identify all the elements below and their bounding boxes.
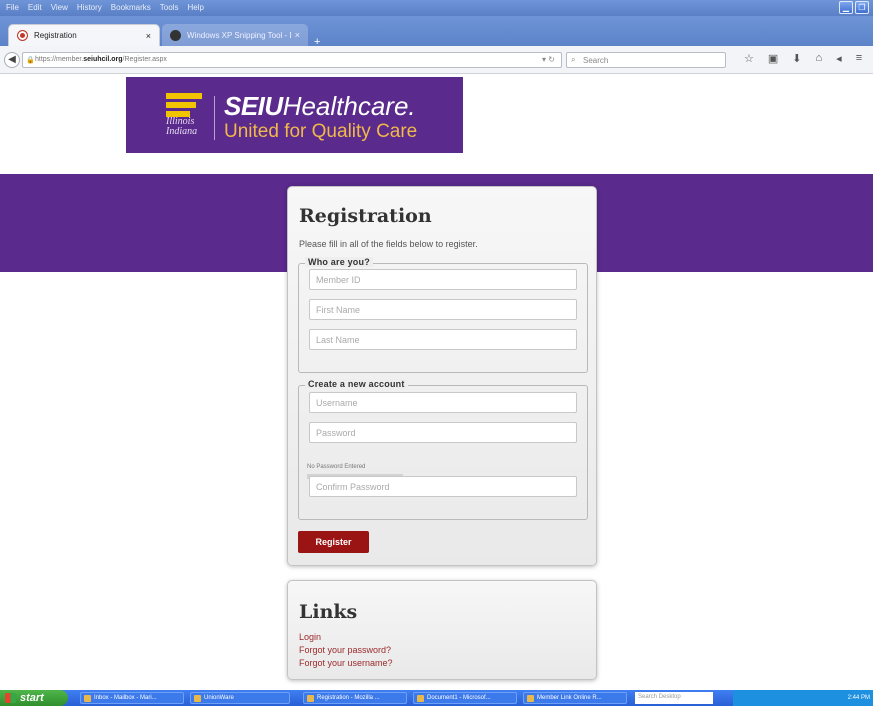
url-prefix: https://member. — [35, 56, 84, 63]
clock: 2:44 PM — [847, 695, 870, 701]
tab-strip: Registration × Windows XP Snipping Tool … — [0, 16, 873, 48]
address-bar[interactable]: 🔒 https://member.seiuhcil.org/Register.a… — [22, 52, 562, 68]
windows-taskbar: start Inbox - Mailbox - Mari... UnionWar… — [0, 690, 873, 706]
password-placeholder: Password — [316, 428, 356, 438]
logo-state-line2: Indiana — [166, 126, 198, 137]
taskbar-item[interactable]: Document1 - Microsof... — [413, 692, 517, 704]
create-account-legend: Create a new account — [305, 379, 408, 389]
member-id-placeholder: Member ID — [316, 275, 361, 285]
seiu-logo: Illinois Indiana SEIUHealthcare. United … — [126, 77, 463, 153]
menu-file[interactable]: File — [6, 3, 19, 12]
username-input[interactable]: Username — [309, 392, 577, 413]
confirm-password-input[interactable]: Confirm Password — [309, 476, 577, 497]
taskbar-item[interactable]: UnionWare — [190, 692, 290, 704]
member-id-input[interactable]: Member ID — [309, 269, 577, 290]
back-button[interactable]: ◀ — [4, 52, 20, 68]
menu-tools[interactable]: Tools — [160, 3, 179, 12]
close-tab-icon[interactable]: × — [146, 31, 151, 41]
links-panel: Links Login Forgot your password? Forgot… — [287, 580, 597, 680]
tab-snipping-tool[interactable]: Windows XP Snipping Tool - D... × — [162, 24, 308, 46]
logo-brand: SEIUHealthcare. — [224, 93, 416, 119]
download-icon[interactable]: ⬇ — [792, 52, 801, 65]
password-input[interactable]: Password — [309, 422, 577, 443]
register-button[interactable]: Register — [298, 531, 369, 553]
search-input[interactable]: ⌕ Search — [566, 52, 726, 68]
restore-button[interactable]: ❐ — [855, 1, 869, 14]
logo-brand-rest: Healthcare. — [282, 91, 416, 121]
login-link[interactable]: Login — [299, 631, 393, 644]
create-account-group: Create a new account Username Password N… — [298, 379, 588, 520]
username-placeholder: Username — [316, 398, 358, 408]
first-name-input[interactable]: First Name — [309, 299, 577, 320]
reload-icon[interactable]: ▾ ↻ — [542, 55, 555, 64]
menu-help[interactable]: Help — [187, 3, 203, 12]
who-are-you-legend: Who are you? — [305, 257, 373, 267]
registration-panel: Registration Please fill in all of the f… — [287, 186, 597, 566]
seiu-mark-icon — [166, 93, 204, 117]
search-icon: ⌕ — [571, 55, 576, 64]
forgot-username-link[interactable]: Forgot your username? — [299, 657, 393, 670]
bookmark-star-icon[interactable]: ☆ — [744, 52, 754, 65]
site-favicon-icon — [17, 30, 28, 41]
menu-bookmarks[interactable]: Bookmarks — [111, 3, 151, 12]
minimize-button[interactable]: ▁ — [839, 1, 853, 14]
menu-history[interactable]: History — [77, 3, 102, 12]
who-are-you-group: Who are you? Member ID First Name Last N… — [298, 257, 588, 373]
search-placeholder: Search — [583, 56, 609, 65]
snipping-favicon-icon — [170, 29, 181, 41]
menu-icon[interactable]: ≡ — [856, 52, 862, 65]
taskbar-item[interactable]: Registration - Mozilla ... — [303, 692, 407, 704]
start-button[interactable]: start — [0, 690, 68, 706]
url-domain: seiuhcil.org — [83, 56, 123, 63]
taskbar-item[interactable]: Inbox - Mailbox - Mari... — [80, 692, 184, 704]
forgot-password-link[interactable]: Forgot your password? — [299, 644, 393, 657]
pocket-icon[interactable]: ◂ — [836, 52, 842, 65]
logo-tagline: United for Quality Care — [224, 121, 418, 142]
confirm-password-placeholder: Confirm Password — [316, 482, 390, 492]
registration-title: Registration — [299, 205, 432, 227]
reading-list-icon[interactable]: ▣ — [768, 52, 778, 65]
menu-edit[interactable]: Edit — [28, 3, 42, 12]
tab-registration[interactable]: Registration × — [8, 24, 160, 46]
first-name-placeholder: First Name — [316, 305, 361, 315]
navigation-bar: ◀ 🔒 https://member.seiuhcil.org/Register… — [0, 46, 873, 74]
password-strength-text: No Password Entered — [307, 464, 366, 470]
lock-icon: 🔒 — [26, 57, 35, 64]
tab-title: Windows XP Snipping Tool - D... — [187, 30, 291, 40]
last-name-input[interactable]: Last Name — [309, 329, 577, 350]
desktop-search-input[interactable]: Search Desktop — [635, 692, 713, 704]
home-icon[interactable]: ⌂ — [816, 52, 823, 65]
url-path: /Register.aspx — [122, 56, 167, 63]
links-list: Login Forgot your password? Forgot your … — [299, 631, 393, 670]
links-title: Links — [299, 601, 358, 623]
taskbar-item[interactable]: Member Link Online R... — [523, 692, 627, 704]
registration-intro: Please fill in all of the fields below t… — [299, 239, 478, 249]
menu-bar: File Edit View History Bookmarks Tools H… — [0, 0, 873, 16]
menu-view[interactable]: View — [51, 3, 68, 12]
system-tray: 2:44 PM — [733, 690, 873, 706]
tab-title: Registration — [34, 31, 77, 40]
close-tab-icon[interactable]: × — [295, 30, 300, 40]
logo-divider — [214, 96, 215, 140]
last-name-placeholder: Last Name — [316, 335, 360, 345]
logo-state: Illinois Indiana — [166, 117, 197, 137]
logo-brand-bold: SEIU — [224, 91, 283, 121]
